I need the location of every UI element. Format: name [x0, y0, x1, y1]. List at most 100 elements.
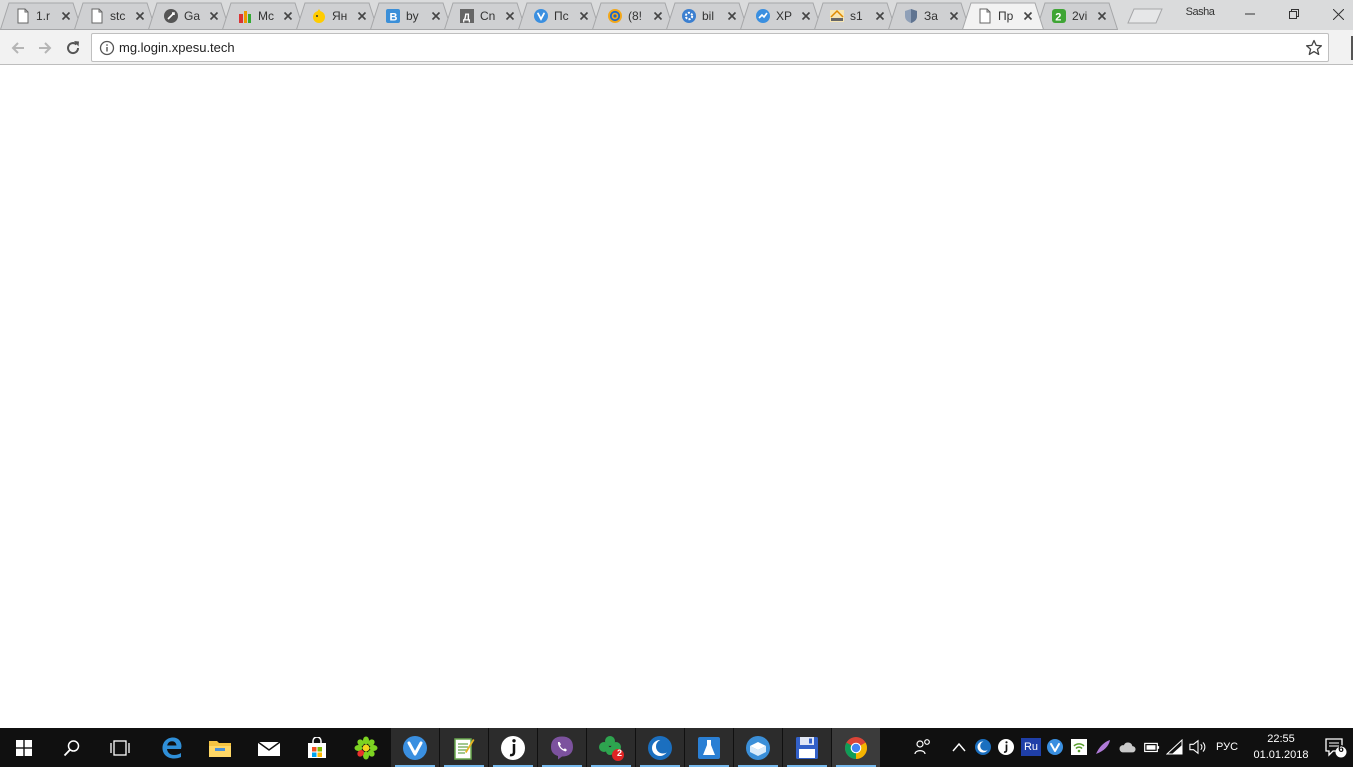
info-icon[interactable]	[99, 40, 115, 56]
shield-icon	[903, 8, 919, 24]
tab-14[interactable]: 2 2vi	[1036, 2, 1118, 30]
address-bar[interactable]: mg.login.xpesu.tech	[91, 33, 1329, 62]
tab-6[interactable]: Д Cn	[444, 2, 526, 30]
page-icon	[977, 8, 993, 24]
search-icon	[63, 739, 80, 756]
tray-crescent-app[interactable]	[974, 738, 992, 756]
crescent-icon	[975, 739, 991, 755]
windows-taskbar: 2 Ru РУС 22:55 01.01.2018 6	[0, 728, 1353, 767]
show-hidden-icons-button[interactable]	[950, 738, 968, 756]
taskbar-box-app[interactable]	[734, 728, 782, 767]
web-page-content[interactable]	[0, 66, 1353, 728]
taskbar-browser-c[interactable]	[636, 728, 684, 767]
close-icon[interactable]	[799, 9, 813, 23]
close-icon[interactable]	[133, 9, 147, 23]
close-icon[interactable]	[1095, 9, 1109, 23]
taskbar-file-explorer[interactable]	[196, 728, 244, 767]
tab-title: 1.r	[36, 9, 51, 23]
tab-12[interactable]: За	[888, 2, 970, 30]
back-button[interactable]	[6, 36, 30, 60]
cloud-icon	[1119, 742, 1136, 753]
tab-2[interactable]: Ga	[148, 2, 230, 30]
minimize-icon	[1245, 13, 1255, 15]
chrome-icon	[845, 736, 867, 759]
close-icon[interactable]	[651, 9, 665, 23]
tab-13[interactable]: Пр	[962, 2, 1044, 30]
mail-icon	[257, 740, 281, 756]
tray-pen-app[interactable]	[1094, 738, 1112, 756]
close-icon[interactable]	[947, 9, 961, 23]
taskbar-viber[interactable]	[538, 728, 586, 767]
tray-wifi-app[interactable]	[1070, 738, 1088, 756]
taskbar-clover-app[interactable]: 2	[587, 728, 635, 767]
close-icon[interactable]	[1021, 9, 1035, 23]
input-language[interactable]: РУС	[1216, 741, 1238, 753]
tray-onedrive[interactable]	[1118, 738, 1136, 756]
tab-1[interactable]: stc	[74, 2, 156, 30]
close-icon[interactable]	[725, 9, 739, 23]
search-button[interactable]	[48, 728, 96, 767]
taskbar-flask-app[interactable]	[685, 728, 733, 767]
taskbar-vivaldi[interactable]	[391, 728, 439, 767]
taskbar-edge[interactable]	[148, 728, 196, 767]
tray-language-indicator[interactable]: Ru	[1021, 738, 1041, 756]
taskbar-store[interactable]	[293, 728, 341, 767]
tab-8[interactable]: (8!	[592, 2, 674, 30]
close-icon[interactable]	[873, 9, 887, 23]
bookmark-star-icon[interactable]	[1304, 38, 1324, 58]
minimize-button[interactable]	[1228, 0, 1272, 28]
close-icon[interactable]	[207, 9, 221, 23]
open-box-icon	[746, 735, 770, 760]
tab-11[interactable]: s1	[814, 2, 896, 30]
tab-10[interactable]: XP	[740, 2, 822, 30]
close-window-button[interactable]	[1316, 0, 1353, 28]
action-center-button[interactable]: 6	[1318, 728, 1353, 767]
close-icon[interactable]	[503, 9, 517, 23]
tab-title: Пр	[998, 9, 1014, 23]
tab-0[interactable]: 1.r	[0, 2, 82, 30]
tray-jabber[interactable]	[997, 738, 1015, 756]
restore-button[interactable]	[1272, 0, 1316, 28]
restore-icon	[1289, 9, 1299, 19]
wifi-box-icon	[1071, 739, 1087, 755]
start-button[interactable]	[0, 728, 48, 767]
browser-toolbar: mg.login.xpesu.tech	[0, 30, 1353, 65]
tab-7[interactable]: Пс	[518, 2, 600, 30]
task-view-button[interactable]	[96, 728, 144, 767]
taskbar-notepad[interactable]	[440, 728, 488, 767]
profile-name[interactable]: Sasha	[1170, 6, 1230, 18]
tab-9[interactable]: bil	[666, 2, 748, 30]
menu-icon[interactable]	[1336, 30, 1353, 65]
taskbar-mail[interactable]	[245, 728, 293, 767]
taskbar-chrome[interactable]	[832, 728, 880, 767]
tab-3[interactable]: Mc	[222, 2, 304, 30]
notepad-icon	[454, 737, 475, 760]
taskbar-icq[interactable]	[342, 728, 390, 767]
task-view-icon	[110, 739, 130, 756]
tray-network[interactable]	[1166, 738, 1184, 756]
tab-5[interactable]: Bby	[370, 2, 452, 30]
tab-title: (8!	[628, 9, 643, 23]
tab-4[interactable]: Ян	[296, 2, 378, 30]
tab-title: Ga	[184, 9, 201, 23]
folder-icon	[209, 740, 231, 757]
tray-power[interactable]	[1142, 738, 1160, 756]
wifi-signal-icon	[1166, 739, 1183, 755]
taskbar-save-app[interactable]	[783, 728, 831, 767]
feather-icon	[1096, 740, 1110, 754]
tray-volume[interactable]	[1189, 738, 1207, 756]
forward-button[interactable]	[33, 36, 57, 60]
people-button[interactable]	[914, 738, 932, 756]
close-icon[interactable]	[429, 9, 443, 23]
tray-vivaldi[interactable]	[1046, 738, 1064, 756]
close-icon[interactable]	[281, 9, 295, 23]
taskbar-jabber[interactable]	[489, 728, 537, 767]
clock[interactable]: 22:55 01.01.2018	[1248, 731, 1314, 763]
close-icon[interactable]	[355, 9, 369, 23]
new-tab-button[interactable]	[1127, 8, 1163, 24]
reload-button[interactable]	[61, 36, 85, 60]
close-icon[interactable]	[59, 9, 73, 23]
notification-count: 6	[1338, 744, 1344, 755]
flask-icon	[698, 736, 720, 759]
close-icon[interactable]	[577, 9, 591, 23]
